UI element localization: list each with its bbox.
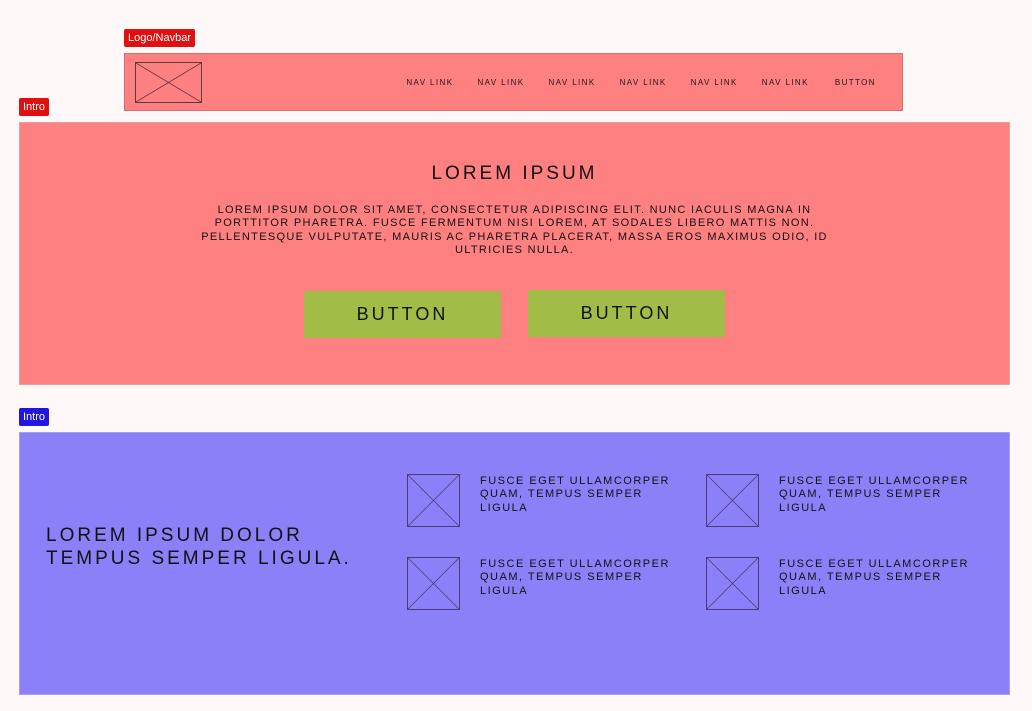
feature-text: FUSCE EGET ULLAMCORPER QUAM, TEMPUS SEMP… <box>480 558 670 597</box>
nav-link-6[interactable]: NAV LINK <box>762 78 809 87</box>
features-section: LOREM IPSUM DOLOR TEMPUS SEMPER LIGULA. … <box>19 432 1010 695</box>
feature-item: FUSCE EGET ULLAMCORPER QUAM, TEMPUS SEMP… <box>706 474 996 528</box>
feature-item: FUSCE EGET ULLAMCORPER QUAM, TEMPUS SEMP… <box>407 474 697 528</box>
placeholder-image-icon <box>706 557 759 610</box>
nav-link-1[interactable]: NAV LINK <box>406 78 453 87</box>
feature-text: FUSCE EGET ULLAMCORPER QUAM, TEMPUS SEMP… <box>779 475 969 514</box>
nav-links: NAV LINK NAV LINK NAV LINK NAV LINK NAV … <box>406 54 876 110</box>
nav-link-5[interactable]: NAV LINK <box>691 78 738 87</box>
intro-primary-button[interactable]: BUTTON <box>304 291 501 338</box>
intro-title: LOREM IPSUM <box>431 163 598 184</box>
navbar: NAV LINK NAV LINK NAV LINK NAV LINK NAV … <box>124 53 903 111</box>
features-heading: LOREM IPSUM DOLOR TEMPUS SEMPER LIGULA. <box>46 525 352 569</box>
intro-body-text: LOREM IPSUM DOLOR SIT AMET, CONSECTETUR … <box>201 204 828 256</box>
intro-secondary-button[interactable]: BUTTON <box>528 290 725 337</box>
nav-button[interactable]: BUTTON <box>835 78 876 87</box>
placeholder-image-icon[interactable] <box>135 62 202 103</box>
placeholder-image-icon <box>407 474 460 527</box>
nav-link-3[interactable]: NAV LINK <box>549 78 596 87</box>
feature-item: FUSCE EGET ULLAMCORPER QUAM, TEMPUS SEMP… <box>407 557 697 611</box>
feature-text: FUSCE EGET ULLAMCORPER QUAM, TEMPUS SEMP… <box>779 558 969 597</box>
nav-link-2[interactable]: NAV LINK <box>477 78 524 87</box>
placeholder-image-icon <box>706 474 759 527</box>
feature-item: FUSCE EGET ULLAMCORPER QUAM, TEMPUS SEMP… <box>706 557 996 611</box>
nav-link-4[interactable]: NAV LINK <box>620 78 667 87</box>
feature-text: FUSCE EGET ULLAMCORPER QUAM, TEMPUS SEMP… <box>480 475 670 514</box>
placeholder-image-icon <box>407 557 460 610</box>
intro-annotation-tag: Intro <box>19 98 50 116</box>
features-annotation-tag: Intro <box>19 408 50 426</box>
navbar-annotation-tag: Logo/Navbar <box>124 29 195 47</box>
intro-section: LOREM IPSUM LOREM IPSUM DOLOR SIT AMET, … <box>19 122 1010 385</box>
